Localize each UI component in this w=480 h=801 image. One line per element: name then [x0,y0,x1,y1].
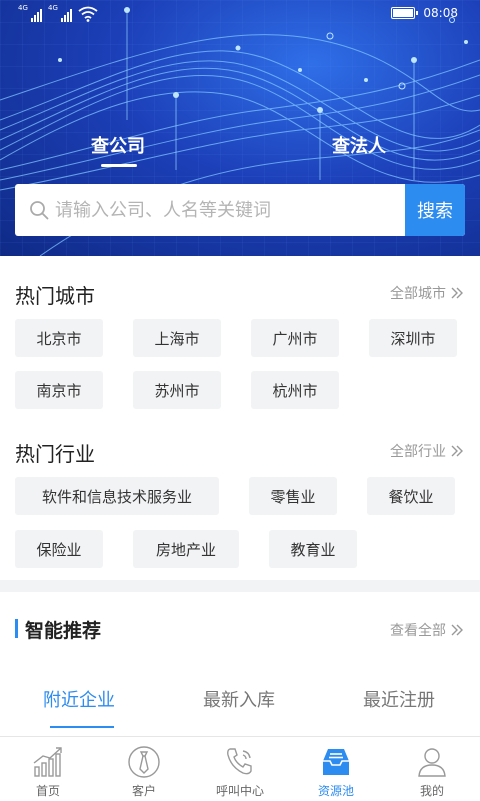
bottom-tab-bar: 首页 客户 呼叫中心 资源池 我的 [0,736,480,800]
wifi-icon [78,6,98,22]
industry-chip[interactable]: 保险业 [15,530,103,568]
city-chip[interactable]: 苏州市 [133,371,221,409]
smart-recommend-title: 智能推荐 [15,616,101,643]
search-icon [30,201,49,220]
cellular-signal-icon: 4G [18,4,42,22]
tab-search-company[interactable]: 查公司 [91,132,145,167]
tab-home[interactable]: 首页 [0,737,96,801]
tab-customers[interactable]: 客户 [96,737,192,801]
industry-chip[interactable]: 软件和信息技术服务业 [15,477,219,515]
city-chip[interactable]: 广州市 [251,319,339,357]
city-chip[interactable]: 上海市 [133,319,221,357]
hot-industries-title: 热门行业 [15,442,95,466]
industry-chip[interactable]: 零售业 [249,477,337,515]
active-tab-indicator [101,164,137,167]
city-chip[interactable]: 南京市 [15,371,103,409]
search-input[interactable] [55,184,415,236]
double-chevron-right-icon [451,287,463,299]
active-tab-indicator [50,726,114,728]
all-industries-link[interactable]: 全部行业 [390,441,464,461]
cellular-signal-icon: 4G [48,4,72,22]
tab-recently-registered[interactable]: 最近注册 [363,686,435,712]
tab-call-center[interactable]: 呼叫中心 [192,737,288,801]
status-time: 08:08 [423,6,458,20]
tab-newly-added[interactable]: 最新入库 [203,686,275,712]
inbox-icon [323,749,349,775]
view-all-link[interactable]: 查看全部 [390,620,464,640]
double-chevron-right-icon [451,445,463,457]
search-hero: 4G 4G 08:08 查公司 查法人 请输入公司、人名等关键词 搜索 [0,0,480,256]
city-chip[interactable]: 深圳市 [369,319,457,357]
all-cities-link[interactable]: 全部城市 [390,283,464,303]
search-type-tabs: 查公司 查法人 [0,132,480,172]
double-chevron-right-icon [451,624,463,636]
tie-icon [128,746,160,778]
section-divider [0,580,480,592]
city-chip[interactable]: 北京市 [15,319,103,357]
tab-resource-pool[interactable]: 资源池 [288,737,384,801]
city-chip[interactable]: 杭州市 [251,371,339,409]
tab-search-legal-person[interactable]: 查法人 [332,132,386,158]
chart-icon [33,747,62,777]
hot-cities-title: 热门城市 [15,284,95,308]
status-bar: 4G 4G 08:08 [0,0,480,28]
phone-icon [227,748,252,775]
search-box: 搜索 [15,184,465,236]
tab-mine[interactable]: 我的 [384,737,480,801]
tab-nearby-companies[interactable]: 附近企业 [43,686,115,712]
industry-chip[interactable]: 房地产业 [133,530,239,568]
user-icon [418,748,446,777]
industry-chip[interactable]: 教育业 [269,530,357,568]
industry-chip[interactable]: 餐饮业 [367,477,455,515]
search-button[interactable]: 搜索 [405,184,465,236]
battery-icon [391,7,419,19]
